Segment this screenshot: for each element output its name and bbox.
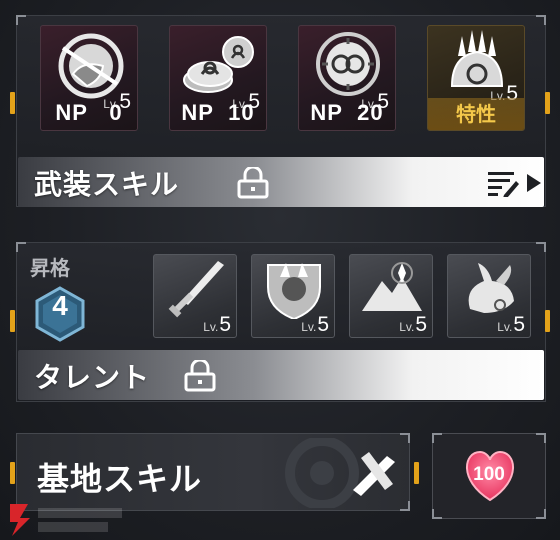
corner-mark	[432, 509, 442, 519]
play-arrow-icon[interactable]	[526, 173, 542, 193]
np-cost-label: NP 20	[310, 100, 384, 125]
site-watermark-logo	[10, 504, 122, 536]
talent-title: タレント	[34, 361, 151, 394]
talent-level: Lv.5	[203, 313, 231, 336]
trust-value: 100	[473, 464, 505, 485]
talent-bar[interactable]: タレント	[18, 350, 544, 400]
corner-mark	[536, 15, 546, 25]
weapon-skill-card-1[interactable]: Lv.5 NP 0	[40, 25, 138, 131]
weapon-skill-title: 武装スキル	[34, 168, 180, 201]
ascension-rank-value: 4	[52, 290, 68, 321]
corner-mark	[16, 242, 26, 252]
mountain-talent-icon	[362, 262, 422, 311]
talent-card-2[interactable]: Lv.5	[251, 254, 335, 338]
edge-tick-right	[545, 92, 550, 114]
talent-card-4[interactable]: Lv.5	[447, 254, 531, 338]
talent-level: Lv.5	[301, 313, 329, 336]
lock-icon	[237, 167, 269, 199]
ascension-label: 昇格	[30, 256, 70, 280]
weapon-skill-card-3[interactable]: Lv.5 NP 20	[298, 25, 396, 131]
lock-icon	[184, 360, 216, 392]
rabbit-talent-icon	[468, 263, 514, 313]
weapon-skill-card-2[interactable]: Lv.5 NP 10	[169, 25, 267, 131]
edge-tick-left	[10, 310, 15, 332]
shield-talent-icon	[267, 263, 321, 319]
corner-mark	[432, 433, 442, 443]
corner-mark	[400, 501, 410, 511]
edge-tick-left	[10, 92, 15, 114]
talent-level: Lv.5	[497, 313, 525, 336]
base-skill-title: 基地スキル	[37, 460, 203, 498]
corner-mark	[16, 15, 26, 25]
corner-mark	[536, 509, 546, 519]
talent-card-3[interactable]: Lv.5	[349, 254, 433, 338]
skill-list-edit-icon[interactable]	[486, 169, 520, 197]
weapon-trait-card[interactable]: Lv.5 特性	[427, 25, 525, 131]
np-cost-label: NP 0	[55, 100, 123, 125]
sword-talent-icon	[168, 261, 224, 318]
trait-label: 特性	[428, 98, 524, 130]
talent-card-1[interactable]: Lv.5	[153, 254, 237, 338]
edge-tick-left	[10, 462, 15, 484]
weapon-skill-bar[interactable]: 武装スキル	[18, 157, 544, 207]
base-tool-icon	[353, 452, 395, 496]
corner-mark	[536, 433, 546, 443]
corner-mark	[536, 242, 546, 252]
talent-level: Lv.5	[399, 313, 427, 336]
trust-heart-box[interactable]: 100	[432, 433, 546, 519]
base-skill-button[interactable]: 基地スキル	[16, 433, 410, 511]
np-cost-label: NP 10	[181, 100, 255, 125]
corner-mark	[400, 433, 410, 443]
edge-tick-right	[414, 462, 419, 484]
edge-tick-right	[545, 310, 550, 332]
